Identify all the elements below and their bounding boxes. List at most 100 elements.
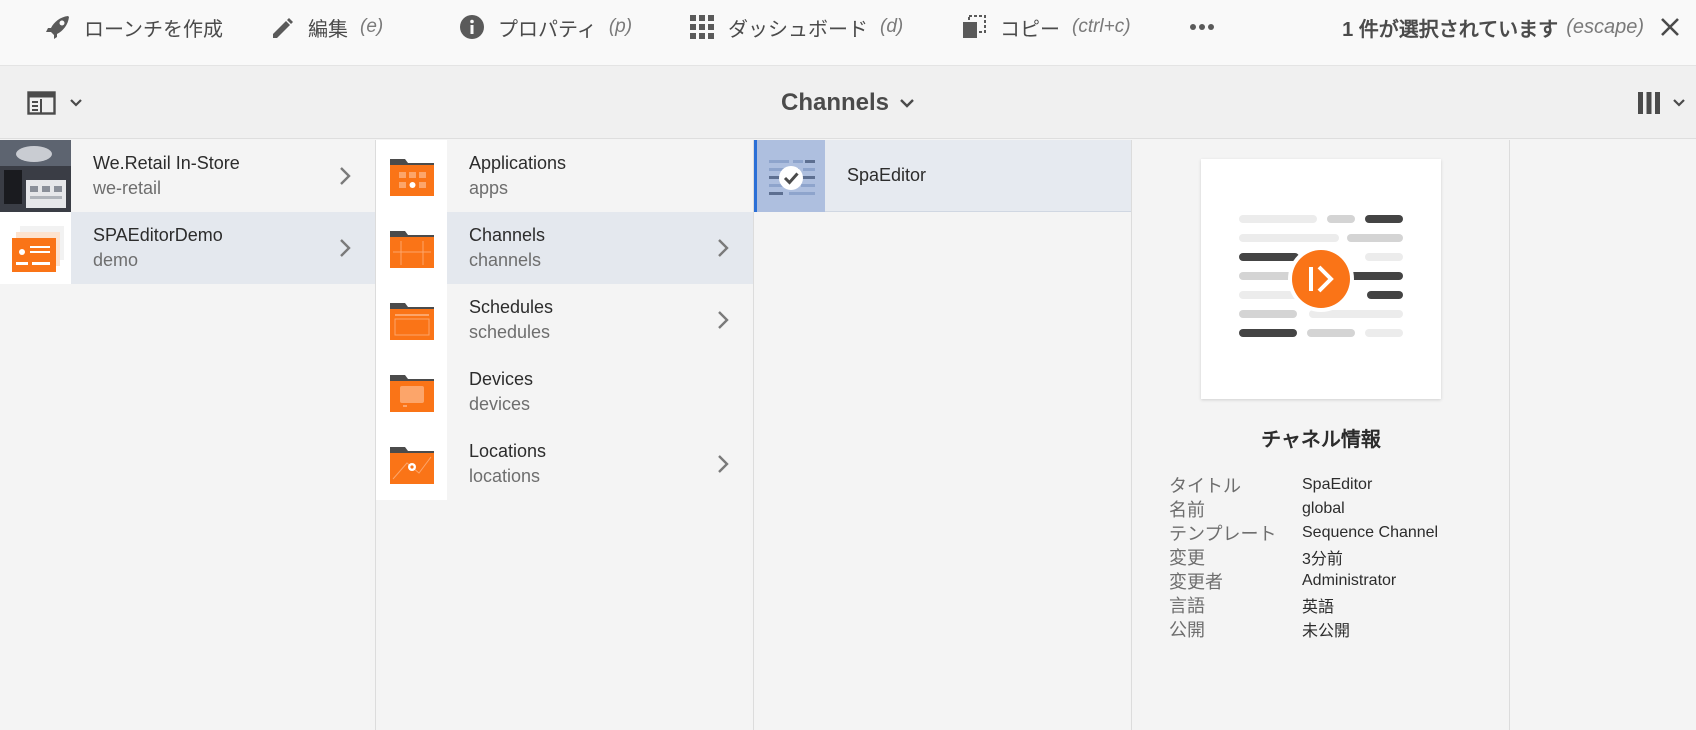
- folder-icon: [389, 303, 434, 340]
- column-view: We.Retail In-Store we-retail SPAEditorDe…: [0, 139, 1696, 730]
- pencil-icon: [266, 11, 298, 43]
- channel-preview: [1201, 159, 1441, 399]
- properties-shortcut: (p): [608, 16, 633, 37]
- metadata-list: タイトル SpaEditor 名前 global テンプレート Sequence…: [1169, 473, 1438, 641]
- item-title: Devices: [469, 369, 534, 389]
- item-name: devices: [469, 394, 531, 414]
- list-item-devices[interactable]: Devices devices: [376, 356, 753, 428]
- dashboard-button[interactable]: ダッシュボード (d): [686, 0, 903, 54]
- meta-key: テンプレート: [1169, 524, 1277, 544]
- properties-button[interactable]: プロパティ (p): [456, 0, 632, 54]
- item-title: SpaEditor: [847, 165, 927, 185]
- edit-label: 編集: [308, 18, 348, 41]
- chevron-right-icon: [718, 455, 729, 473]
- item-title: Locations: [469, 441, 547, 461]
- close-selection-button[interactable]: [1656, 13, 1684, 41]
- details-panel: チャネル情報 タイトル SpaEditor 名前 global テンプレート S…: [1132, 140, 1510, 730]
- details-heading: チャネル情報: [1261, 429, 1381, 451]
- item-title: SPAEditorDemo: [93, 225, 223, 245]
- properties-label: プロパティ: [498, 18, 597, 41]
- selection-status: 1 件が選択されています (escape): [1342, 0, 1644, 54]
- meta-value: 3分前: [1302, 551, 1343, 568]
- item-name: locations: [469, 466, 541, 486]
- meta-row-name: 名前 global: [1169, 497, 1438, 521]
- meta-value: 英語: [1302, 599, 1335, 616]
- column-3: SpaEditor: [754, 139, 1132, 730]
- list-item-locations[interactable]: Locations locations: [376, 428, 753, 500]
- more-button[interactable]: [1186, 0, 1218, 54]
- chevron-right-icon: [340, 239, 351, 257]
- chevron-right-icon: [718, 239, 729, 257]
- folder-thumbnail: [376, 428, 447, 500]
- info-icon: [456, 11, 488, 43]
- copy-icon: [958, 11, 990, 43]
- item-name: channels: [469, 250, 542, 270]
- folder-thumbnail: [376, 140, 447, 212]
- meta-value: Sequence Channel: [1302, 524, 1439, 541]
- copy-button[interactable]: コピー (ctrl+c): [958, 0, 1131, 54]
- item-name: demo: [93, 250, 139, 270]
- folder-icon: [389, 159, 434, 196]
- meta-key: 変更者: [1169, 572, 1223, 592]
- meta-key: 名前: [1169, 500, 1205, 520]
- list-item-spaeditor[interactable]: SpaEditor: [754, 139, 1131, 212]
- chevron-down-icon[interactable]: [899, 97, 915, 109]
- meta-row-language: 言語 英語: [1169, 593, 1438, 617]
- list-item-spaeditordemo[interactable]: SPAEditorDemo demo: [0, 212, 375, 284]
- meta-value: 未公開: [1302, 623, 1351, 640]
- copy-label: コピー: [1000, 18, 1060, 41]
- folder-icon: [389, 375, 434, 412]
- item-title: Schedules: [469, 297, 554, 317]
- spaeditordemo-thumbnail: [0, 212, 71, 284]
- dashboard-label: ダッシュボード: [728, 18, 868, 41]
- meta-value: global: [1302, 500, 1345, 517]
- dashboard-shortcut: (d): [880, 16, 904, 37]
- meta-row-modified-by: 変更者 Administrator: [1169, 569, 1438, 593]
- page-title: Channels: [0, 66, 1696, 139]
- item-title: Channels: [469, 225, 546, 245]
- column-view-icon: [1638, 92, 1660, 114]
- list-item-channels[interactable]: Channels channels: [376, 212, 753, 284]
- folder-icon: [389, 231, 434, 268]
- folder-icon: [389, 447, 434, 484]
- meta-key: タイトル: [1169, 476, 1241, 496]
- rocket-icon: [42, 11, 74, 43]
- column-1: We.Retail In-Store we-retail SPAEditorDe…: [0, 140, 376, 730]
- meta-row-title: タイトル SpaEditor: [1169, 473, 1438, 497]
- item-title: Applications: [469, 153, 567, 173]
- create-launch-label: ローンチを作成: [84, 18, 223, 41]
- folder-thumbnail: [376, 356, 447, 428]
- chevron-right-icon: [718, 311, 729, 329]
- channel-thumbnail: [754, 139, 825, 212]
- selection-shortcut: (escape): [1566, 15, 1644, 38]
- chevron-right-icon: [340, 167, 351, 185]
- list-item-applications[interactable]: Applications apps: [376, 140, 753, 212]
- meta-key: 公開: [1169, 620, 1205, 640]
- edit-button[interactable]: 編集 (e): [266, 0, 383, 54]
- item-name: apps: [469, 178, 509, 198]
- copy-shortcut: (ctrl+c): [1072, 16, 1131, 37]
- list-item-we-retail[interactable]: We.Retail In-Store we-retail: [0, 140, 375, 212]
- item-name: we-retail: [93, 178, 162, 198]
- meta-key: 言語: [1169, 596, 1205, 616]
- column-2: Applications apps Channels channels Sche…: [376, 140, 754, 730]
- view-switcher-button[interactable]: [1636, 90, 1686, 116]
- close-icon: [1661, 18, 1679, 36]
- folder-thumbnail: [376, 284, 447, 356]
- list-item-schedules[interactable]: Schedules schedules: [376, 284, 753, 356]
- chevron-down-icon: [1673, 99, 1685, 107]
- item-name: schedules: [469, 322, 551, 342]
- meta-row-modified: 変更 3分前: [1169, 545, 1438, 569]
- we-retail-thumbnail: [0, 140, 71, 212]
- action-bar: ローンチを作成 編集 (e) プロパティ (p) ダッシュボード (d) コピー: [0, 0, 1696, 66]
- meta-value: SpaEditor: [1302, 476, 1373, 493]
- folder-thumbnail: [376, 212, 447, 284]
- create-launch-button[interactable]: ローンチを作成: [42, 0, 223, 54]
- meta-key: 変更: [1169, 548, 1205, 568]
- item-title: We.Retail In-Store: [93, 153, 240, 173]
- grid-icon: [686, 11, 718, 43]
- meta-row-published: 公開 未公開: [1169, 617, 1438, 641]
- page-title-text: Channels: [780, 88, 890, 116]
- title-bar: Channels: [0, 66, 1696, 139]
- meta-row-template: テンプレート Sequence Channel: [1169, 521, 1438, 545]
